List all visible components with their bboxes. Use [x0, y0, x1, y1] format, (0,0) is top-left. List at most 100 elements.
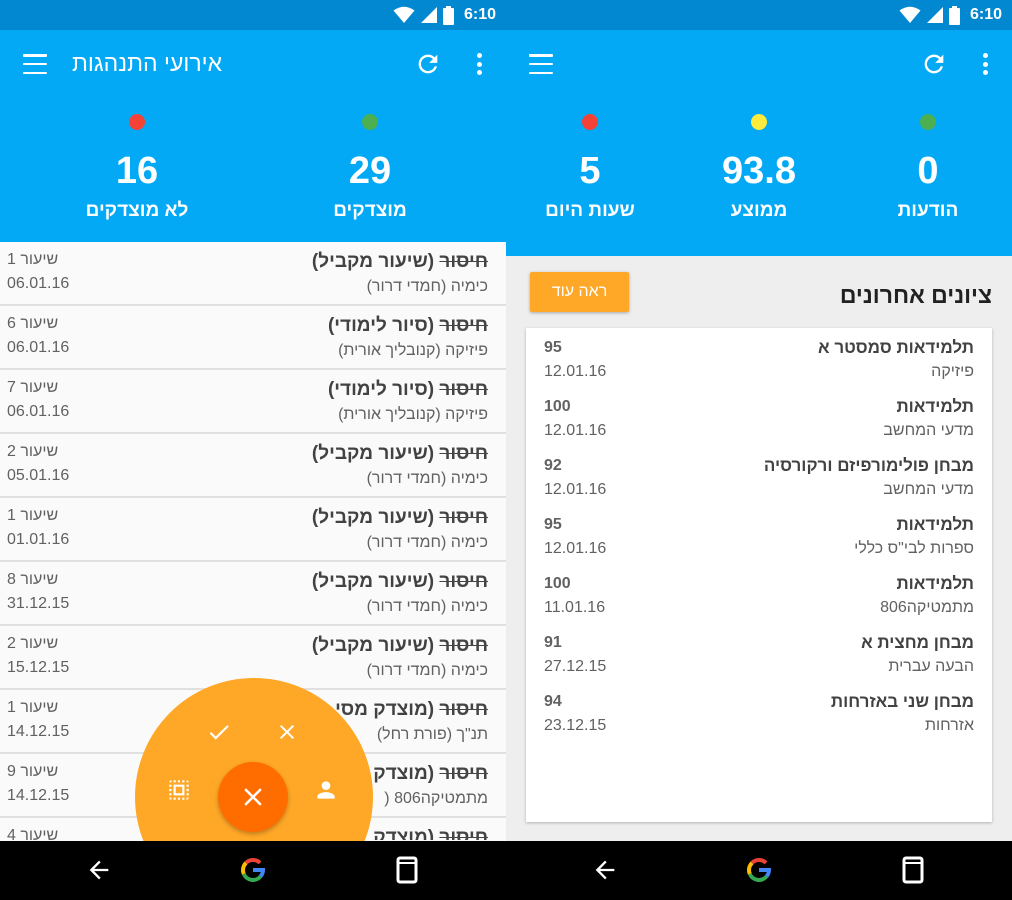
event-reason: (מוצדק [373, 827, 440, 840]
event-date: 06.01.16 [7, 403, 70, 420]
event-date: 06.01.16 [7, 275, 70, 292]
grade-date: 11.01.16 [544, 599, 606, 616]
status-time: 6:10 [463, 6, 496, 23]
event-lesson: שיעור 2 [7, 635, 59, 652]
close-icon[interactable] [269, 714, 305, 750]
refresh-icon[interactable] [414, 50, 442, 78]
stat-value: 29 [348, 150, 392, 192]
stat-value: 93.8 [722, 150, 796, 192]
list-item[interactable]: מבחן פולימורפיזם ורקורסיה מדעי המחשב 92 … [526, 454, 992, 513]
google-icon[interactable] [236, 853, 270, 887]
app-header: אירועי התנהגות 29 מוצדקים 16 לא מוצדקים [0, 30, 506, 242]
event-lesson: שיעור 1 [7, 507, 59, 524]
menu-icon[interactable] [20, 52, 50, 76]
event-subject: כימיה (חמדי דרור) [366, 534, 488, 551]
list-item[interactable]: מבחן מחצית א הבעה עברית 91 27.12.15 [526, 631, 992, 690]
stat-hours-today[interactable]: 5 שעות היום [506, 114, 675, 222]
grade-date: 12.01.16 [544, 422, 607, 439]
grade-subject: פיזיקה [931, 363, 974, 380]
grade-date: 12.01.16 [544, 363, 607, 380]
list-item[interactable]: תלמידאות ספרות לבי"ס כללי 95 12.01.16 [526, 513, 992, 572]
check-icon[interactable] [201, 714, 237, 750]
wifi-icon [393, 6, 415, 23]
event-date: 15.12.15 [7, 659, 70, 676]
grade-title: תלמידאות [896, 515, 974, 534]
stat-value: 16 [115, 150, 159, 192]
list-item[interactable]: חיסור (שיעור מקביל) כימיה (חמדי דרור) שי… [0, 242, 506, 306]
event-subject: פיזיקה (קנובליך אורית) [338, 406, 488, 423]
stat-label: הודעות [897, 200, 959, 221]
list-item[interactable]: חיסור (סיור לימודי) פיזיקה (קנובליך אורי… [0, 306, 506, 370]
select-all-icon[interactable] [161, 772, 197, 808]
status-dot [582, 114, 598, 130]
battery-icon [948, 5, 960, 25]
grade-score: 91 [544, 634, 562, 651]
grade-score: 94 [544, 693, 562, 710]
event-reason: (שיעור מקביל) [311, 443, 440, 464]
list-item[interactable]: חיסור (שיעור מקביל) כימיה (חמדי דרור) שי… [0, 434, 506, 498]
recents-icon[interactable] [896, 853, 930, 887]
event-date: 14.12.15 [7, 723, 70, 740]
list-item[interactable]: תלמידאות מדעי המחשב 100 12.01.16 [526, 395, 992, 454]
stat-value: 0 [917, 150, 939, 192]
more-vert-icon[interactable] [468, 50, 490, 78]
google-icon[interactable] [742, 853, 776, 887]
event-lesson: שיעור 4 [7, 827, 59, 840]
event-subject: כימיה (חמדי דרור) [366, 662, 488, 679]
back-icon[interactable] [82, 853, 116, 887]
navigation-bar [506, 841, 1012, 900]
event-reason: (סיור לימודי) [327, 315, 440, 336]
event-type: חיסור [439, 571, 488, 592]
signal-icon [926, 7, 943, 23]
back-icon[interactable] [588, 853, 622, 887]
stat-messages[interactable]: 0 הודעות [843, 114, 1012, 222]
grade-title: מבחן שני באזרחות [830, 692, 974, 711]
menu-icon[interactable] [526, 52, 556, 76]
status-time: 6:10 [969, 6, 1002, 23]
grade-score: 95 [544, 516, 562, 533]
event-date: 14.12.15 [7, 787, 70, 804]
list-item[interactable]: תלמידאות מתמטיקה806 100 11.01.16 [526, 572, 992, 631]
see-more-button[interactable]: ראה עוד [530, 272, 629, 312]
list-item[interactable]: תלמידאות סמסטר א פיזיקה 95 12.01.16 [526, 336, 992, 395]
event-subject: כימיה (חמדי דרור) [366, 278, 488, 295]
list-item[interactable]: חיסור (שיעור מקביל) כימיה (חמדי דרור) שי… [0, 498, 506, 562]
grade-subject: מדעי המחשב [883, 481, 974, 498]
event-subject: תנ"ך (פורת רחל) [376, 726, 488, 743]
list-item[interactable]: חיסור (שיעור מקביל) כימיה (חמדי דרור) שי… [0, 562, 506, 626]
event-type: חיסור [439, 699, 488, 720]
list-item[interactable]: חיסור (סיור לימודי) פיזיקה (קנובליך אורי… [0, 370, 506, 434]
event-type: חיסור [439, 827, 488, 840]
grade-title: מבחן מחצית א [861, 633, 974, 652]
grade-subject: הבעה עברית [888, 658, 974, 675]
event-lesson: שיעור 6 [7, 315, 59, 332]
event-lesson: שיעור 2 [7, 443, 59, 460]
grade-subject: ספרות לבי"ס כללי [854, 540, 974, 557]
event-type: חיסור [439, 635, 488, 656]
event-lesson: שיעור 1 [7, 251, 59, 268]
stat-label: ממוצע [730, 200, 788, 221]
event-date: 06.01.16 [7, 339, 70, 356]
event-lesson: שיעור 7 [7, 379, 59, 396]
person-icon[interactable] [308, 772, 344, 808]
event-date: 31.12.15 [7, 595, 70, 612]
refresh-icon[interactable] [920, 50, 948, 78]
list-item[interactable]: מבחן שני באזרחות אזרחות 94 23.12.15 [526, 690, 992, 749]
app-bar: אירועי התנהגות [0, 30, 506, 98]
more-vert-icon[interactable] [974, 50, 996, 78]
stat-label: לא מוצדקים [85, 200, 189, 221]
dashboard-screen: 6:10 0 הודעות 93.8 ממוצע 5 שעות היום ציו… [506, 0, 1012, 900]
grade-date: 23.12.15 [544, 717, 607, 734]
stat-unjustified: 16 לא מוצדקים [52, 114, 222, 222]
recents-icon[interactable] [390, 853, 424, 887]
status-bar: 6:10 [506, 0, 1012, 30]
event-type: חיסור [439, 379, 488, 400]
grade-subject: אזרחות [924, 717, 974, 734]
fab-close-button[interactable] [218, 762, 288, 832]
stat-average[interactable]: 93.8 ממוצע [674, 114, 844, 222]
grade-score: 95 [544, 339, 562, 356]
event-reason: (שיעור מקביל) [311, 635, 440, 656]
event-subject: כימיה (חמדי דרור) [366, 598, 488, 615]
grade-date: 27.12.15 [544, 658, 607, 675]
wifi-icon [899, 6, 921, 23]
